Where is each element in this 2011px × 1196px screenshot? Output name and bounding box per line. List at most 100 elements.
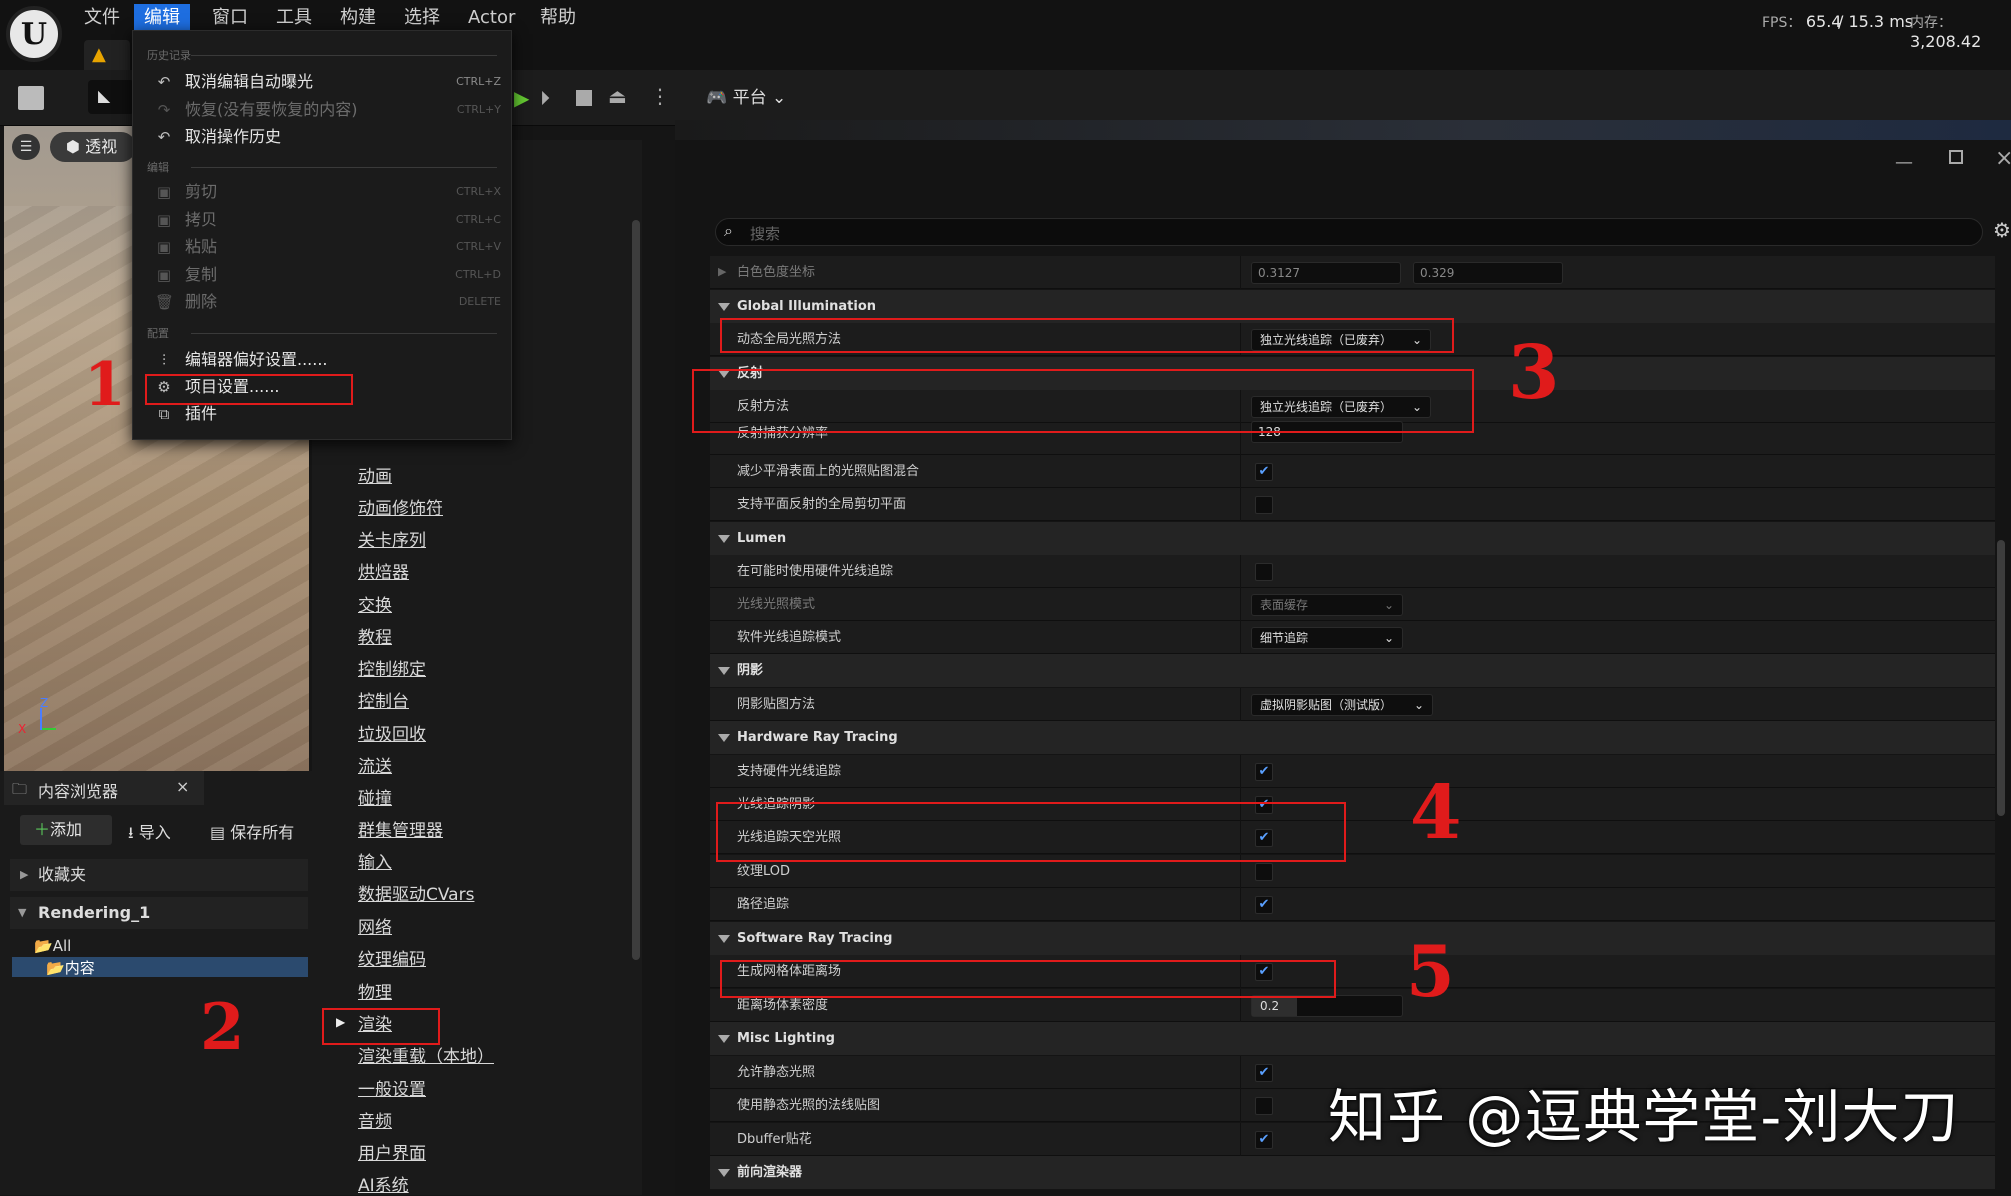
save-icon[interactable] [18, 86, 44, 110]
sw-rt-mode-dropdown[interactable]: 细节追踪 ⌄ [1251, 627, 1403, 649]
category-lumen[interactable]: Lumen [710, 522, 1995, 555]
nav-link-audio[interactable]: 音频 [358, 1107, 392, 1132]
texture-lod-checkbox[interactable] [1255, 863, 1273, 881]
add-button[interactable]: ＋添加 [20, 815, 112, 845]
scrollbar[interactable] [632, 220, 640, 960]
menu-item-paste[interactable]: ▣ 粘贴 CTRL+V [157, 234, 501, 260]
menu-item-cut[interactable]: ▣ 剪切 CTRL+X [157, 179, 501, 205]
nav-link-collision[interactable]: 碰撞 [358, 784, 392, 809]
sliders-icon: ⫶ [162, 351, 166, 369]
menu-section-edit: 编辑 [147, 161, 169, 174]
nav-link-tutorials[interactable]: 教程 [358, 623, 392, 648]
folder-icon: 📂 [46, 959, 65, 977]
menu-item-redo[interactable]: ↷ 恢复(没有要恢复的内容) CTRL+Y [158, 97, 501, 123]
duplicate-icon: ▣ [156, 266, 172, 284]
chevron-down-icon: ⌄ [771, 88, 787, 108]
menu-item-delete[interactable]: 🗑 删除 DELETE [155, 289, 501, 315]
nav-link-general-settings[interactable]: 一般设置 [358, 1075, 426, 1100]
annotation-number-2: 2 [200, 990, 245, 1065]
project-section[interactable]: ▼ Rendering_1 [10, 897, 308, 929]
content-browser-tab[interactable]: 🗀 内容浏览器 × [4, 771, 204, 805]
property-row-support-hwrt: 支持硬件光线追踪 ✔ [710, 755, 1995, 788]
platforms-button[interactable]: 🎮 平台 ⌄ [706, 84, 786, 112]
annotation-box-3a [720, 318, 1454, 353]
category-hardware-ray-tracing[interactable]: Hardware Ray Tracing [710, 721, 1995, 754]
reduce-lightmap-checkbox[interactable]: ✔ [1255, 463, 1273, 481]
nav-link-rendering-overrides[interactable]: 渲染重载（本地） [358, 1042, 494, 1067]
menu-tools[interactable]: 工具 [266, 4, 322, 32]
category-misc-lighting[interactable]: Misc Lighting [710, 1022, 1995, 1055]
nav-link-texture-encoding[interactable]: 纹理编码 [358, 945, 426, 970]
nav-link-cooker[interactable]: 烘焙器 [358, 558, 409, 583]
category-shadows[interactable]: 阴影 [710, 654, 1995, 687]
gear-icon[interactable]: ⚙ [1993, 218, 2011, 242]
menu-window[interactable]: 窗口 [202, 4, 258, 32]
nav-link-data-driven-cvars[interactable]: 数据驱动CVars [358, 880, 474, 905]
nav-link-ai-system[interactable]: AI系统 [358, 1171, 409, 1196]
nav-link-network[interactable]: 网络 [358, 913, 392, 938]
nav-link-level-sequence[interactable]: 关卡序列 [358, 526, 426, 551]
scrollbar[interactable] [1997, 540, 2005, 816]
support-hwrt-checkbox[interactable]: ✔ [1255, 763, 1273, 781]
menu-build[interactable]: 构建 [330, 4, 386, 32]
shadow-map-dropdown[interactable]: 虚拟阴影贴图（测试版） ⌄ [1251, 694, 1433, 716]
close-window-icon[interactable]: × [1995, 146, 2011, 171]
ray-lighting-mode-dropdown[interactable]: 表面缓存 ⌄ [1251, 594, 1403, 616]
platforms-label: 平台 [732, 88, 767, 108]
df-density-slider[interactable]: 0.2 [1251, 995, 1403, 1017]
menu-item-copy[interactable]: ▣ 拷贝 CTRL+C [157, 207, 501, 233]
favorites-section[interactable]: ▶ 收藏夹 [10, 859, 308, 891]
import-button[interactable]: ⭳ 导入 [128, 819, 171, 849]
menu-help[interactable]: 帮助 [530, 4, 586, 32]
static-normal-maps-checkbox[interactable] [1255, 1097, 1273, 1115]
menu-item-undo[interactable]: ↶ 取消编辑自动曝光 CTRL+Z [158, 69, 501, 95]
nav-link-physics[interactable]: 物理 [358, 978, 392, 1003]
nav-link-streaming[interactable]: 流送 [358, 752, 392, 777]
tree-item-content[interactable]: 📂内容 [12, 957, 308, 977]
minimize-icon[interactable]: — [1895, 152, 1913, 173]
viewport-menu-icon[interactable]: ☰ [12, 134, 40, 160]
close-icon[interactable]: × [176, 777, 189, 796]
nav-link-control-rig[interactable]: 控制绑定 [358, 655, 426, 680]
menu-item-undo-history[interactable]: ↶ 取消操作历史 [158, 124, 501, 150]
nav-link-crowd-manager[interactable]: 群集管理器 [358, 816, 443, 841]
tree-item-all[interactable]: 📂All [12, 937, 308, 957]
eject-icon[interactable]: ⏏ [608, 84, 627, 108]
unreal-logo[interactable]: U [6, 6, 62, 62]
details-search-input[interactable]: ⌕ 搜索 [715, 218, 1983, 246]
category-software-ray-tracing[interactable]: Software Ray Tracing [710, 922, 1995, 955]
white-point-x-field[interactable]: 0.3127 [1251, 262, 1401, 284]
menu-item-duplicate[interactable]: ▣ 复制 CTRL+D [157, 262, 501, 288]
nav-link-user-interface[interactable]: 用户界面 [358, 1139, 426, 1164]
nav-link-animation-modifiers[interactable]: 动画修饰符 [358, 494, 443, 519]
menu-edit[interactable]: 编辑 [134, 4, 190, 32]
nav-link-garbage-collection[interactable]: 垃圾回收 [358, 720, 426, 745]
allow-static-lighting-checkbox[interactable]: ✔ [1255, 1064, 1273, 1082]
perspective-button[interactable]: ⬢ 透视 [50, 132, 136, 162]
save-all-button[interactable]: ▤ 保存所有 [210, 819, 294, 843]
menu-file[interactable]: 文件 [74, 4, 130, 32]
nav-link-console[interactable]: 控制台 [358, 687, 409, 712]
white-point-y-field[interactable]: 0.329 [1413, 262, 1563, 284]
nav-link-interchange[interactable]: 交换 [358, 591, 392, 616]
nav-link-animation[interactable]: 动画 [358, 462, 392, 487]
menu-actor[interactable]: Actor [458, 4, 525, 32]
more-options-icon[interactable]: ⋮ [650, 84, 670, 108]
dbuffer-decals-checkbox[interactable]: ✔ [1255, 1131, 1273, 1149]
gamepad-icon: 🎮 [706, 88, 728, 108]
level-tab[interactable]: ▲ [84, 40, 130, 70]
nav-link-input[interactable]: 输入 [358, 848, 392, 873]
select-mode-button[interactable]: ◣ [88, 80, 134, 114]
menu-select[interactable]: 选择 [394, 4, 450, 32]
planar-reflection-checkbox[interactable] [1255, 496, 1273, 514]
stop-icon[interactable] [576, 90, 592, 106]
step-icon[interactable]: ⏵ [540, 86, 550, 110]
maximize-icon[interactable] [1949, 150, 1963, 164]
property-row-lumen-hw-rt: 在可能时使用硬件光线追踪 [710, 555, 1995, 588]
menu-item-editor-preferences[interactable]: ⫶ 编辑器偏好设置...... [162, 347, 501, 373]
path-tracing-checkbox[interactable]: ✔ [1255, 896, 1273, 914]
lumen-hw-rt-checkbox[interactable] [1255, 563, 1273, 581]
property-row-ray-lighting-mode: 光线光照模式 表面缓存 ⌄ [710, 588, 1995, 621]
play-icon[interactable]: ▶ [514, 86, 529, 110]
category-forward-renderer[interactable]: 前向渲染器 [710, 1156, 1995, 1189]
